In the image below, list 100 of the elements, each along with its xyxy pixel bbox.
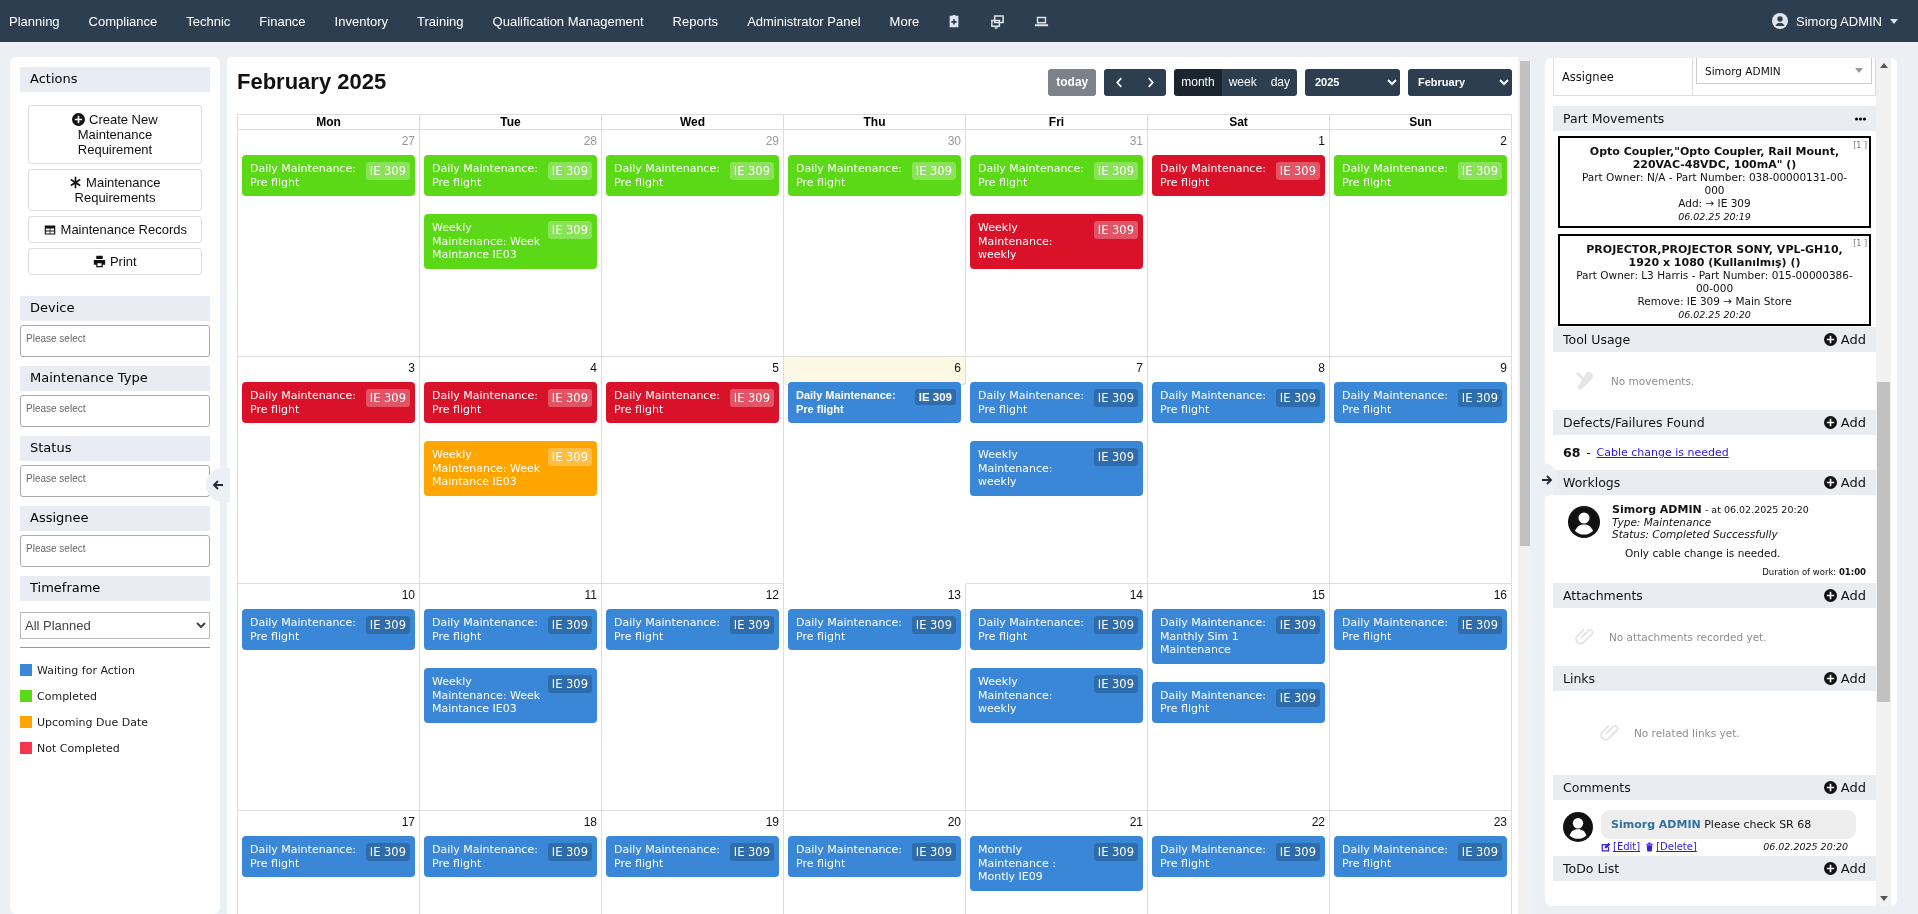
event-card[interactable]: Daily Maintenance: Pre flight IE 309 <box>1334 609 1507 650</box>
nav-menu-item[interactable]: Qualification Management <box>483 13 644 29</box>
device-badge: IE 309 <box>547 221 592 239</box>
scroll-up-icon[interactable] <box>1879 63 1888 68</box>
event-card[interactable]: Daily Maintenance: Pre flight IE 309 <box>1152 681 1325 723</box>
scrollbar[interactable] <box>1518 57 1532 914</box>
more-icon[interactable] <box>1855 116 1866 121</box>
event-card[interactable]: Daily Maintenance: Pre flight IE 309 <box>1152 382 1325 423</box>
duration-value: 01:00 <box>1838 567 1866 577</box>
nav-menu-item[interactable]: Compliance <box>79 13 158 29</box>
calendar-title: February 2025 <box>237 69 387 95</box>
action-button[interactable]: Maintenance Records <box>28 216 202 243</box>
next-button[interactable] <box>1135 68 1167 96</box>
view-tab[interactable]: day <box>1263 68 1297 96</box>
nav-menu-item[interactable]: Reports <box>663 13 719 29</box>
event-title: Daily Maintenance: Pre flight <box>432 843 539 870</box>
quantity-label: [1 ] <box>1853 238 1867 250</box>
day-number: 29 <box>765 134 779 148</box>
select-field[interactable]: Please select <box>20 325 210 357</box>
select-field[interactable]: Please select <box>20 535 210 567</box>
event-title: Daily Maintenance: Pre flight <box>1160 389 1267 416</box>
previous-button[interactable] <box>1104 68 1136 96</box>
day-number: 8 <box>1318 361 1325 375</box>
view-tab[interactable]: month <box>1174 68 1222 96</box>
add-button[interactable]: Add <box>1823 475 1866 490</box>
nav-menu-item[interactable]: Technic <box>177 13 231 29</box>
event-card[interactable]: Monthly Maintenance : Montly IE09 IE 309 <box>970 836 1143 891</box>
event-card[interactable]: Daily Maintenance: Pre flight IE 309 <box>242 382 415 423</box>
edit-link[interactable]: [Edit] <box>1601 841 1641 852</box>
add-button[interactable]: Add <box>1823 671 1866 686</box>
event-card[interactable]: Daily Maintenance: Pre flight IE 309 <box>242 836 415 877</box>
section-header: Maintenance Type <box>20 366 210 391</box>
event-card[interactable]: Daily Maintenance: Pre flight IE 309 <box>606 609 779 650</box>
event-card[interactable]: Daily Maintenance: Pre flight IE 309 <box>1334 836 1507 877</box>
section-title: Links <box>1563 671 1596 686</box>
device-badge: IE 309 <box>547 675 592 693</box>
nav-menu-item[interactable]: More <box>880 13 920 29</box>
add-button[interactable]: Add <box>1823 415 1866 430</box>
event-card[interactable]: Daily Maintenance: Pre flight IE 309 <box>788 382 961 423</box>
event-card[interactable]: Daily Maintenance: Pre flight IE 309 <box>970 382 1143 423</box>
nav-menu-item[interactable]: Inventory <box>325 13 389 29</box>
paperclip-icon <box>1598 722 1620 744</box>
event-title: Daily Maintenance: Pre flight <box>796 616 903 643</box>
event-card[interactable]: Daily Maintenance: Pre flight IE 309 <box>424 382 597 423</box>
event-title: Daily Maintenance: Pre flight <box>432 389 539 416</box>
event-title: Daily Maintenance: Pre flight <box>250 616 357 643</box>
caret-icon[interactable] <box>1890 18 1898 24</box>
event-card[interactable]: Daily Maintenance: Pre flight IE 309 <box>1152 836 1325 877</box>
select-field[interactable]: Please select <box>20 465 210 497</box>
year-select[interactable]: 2025 <box>1305 68 1400 96</box>
action-button[interactable]: Create New Maintenance Requirement <box>28 105 202 164</box>
today-button[interactable]: today <box>1048 68 1097 96</box>
event-card[interactable]: Daily Maintenance: Pre flight IE 309 <box>424 609 597 650</box>
event-card[interactable]: Daily Maintenance: Pre flight IE 309 <box>788 609 961 650</box>
add-button[interactable]: Add <box>1823 780 1866 795</box>
event-title: Daily Maintenance: Pre flight <box>796 389 897 416</box>
nav-menu-item[interactable]: Administrator Panel <box>738 13 861 29</box>
section-header: Actions <box>20 67 210 92</box>
select-field[interactable]: Please select <box>20 395 210 427</box>
scroll-down-icon[interactable] <box>1879 896 1888 901</box>
event-card[interactable]: Weekly Maintenance: weekly IE 309 <box>970 441 1143 496</box>
event-card[interactable]: Weekly Maintenance: weekly IE 309 <box>970 668 1143 723</box>
event-title: Daily Maintenance: Pre flight <box>614 843 721 870</box>
delete-link[interactable]: [Delete] <box>1645 841 1697 852</box>
view-tab[interactable]: week <box>1221 68 1264 96</box>
device-badge: IE 309 <box>547 448 592 466</box>
add-button[interactable]: Add <box>1823 861 1866 876</box>
month-select[interactable]: February <box>1408 68 1512 96</box>
user-avatar-icon[interactable] <box>1772 13 1789 29</box>
trash-icon <box>1645 841 1655 852</box>
user-name[interactable]: Simorg ADMIN <box>1796 13 1882 29</box>
event-card[interactable]: Daily Maintenance: Pre flight IE 309 <box>424 836 597 877</box>
device-badge: IE 309 <box>365 616 410 634</box>
event-card[interactable]: Weekly Maintenance: Week Maintance IE03 IE 309 <box>424 668 597 723</box>
event-card[interactable]: Daily Maintenance: Pre flight IE 309 <box>970 609 1143 650</box>
event-card[interactable]: Daily Maintenance: Pre flight IE 309 <box>606 382 779 423</box>
event-card[interactable]: Daily Maintenance: Pre flight IE 309 <box>606 836 779 877</box>
collapse-button[interactable] <box>206 468 230 502</box>
event-card[interactable]: Weekly Maintenance: weekly IE 309 <box>970 214 1143 269</box>
weekday-header: Sat <box>1148 115 1330 130</box>
assignee-select[interactable]: Simorg ADMIN <box>1696 58 1872 84</box>
event-card[interactable]: Daily Maintenance: Manthly Sim 1 Maintenance IE 309 <box>1152 609 1325 664</box>
action-button[interactable]: Maintenance Requirements <box>28 169 202 211</box>
event-card[interactable]: Daily Maintenance: Pre flight IE 309 <box>242 609 415 650</box>
defect-link[interactable]: Cable change is needed <box>1596 446 1729 459</box>
event-card[interactable]: Daily Maintenance: Pre flight IE 309 <box>788 836 961 877</box>
add-button[interactable]: Add <box>1823 332 1866 347</box>
screens-icon[interactable] <box>990 13 1006 29</box>
event-card[interactable]: Daily Maintenance: Pre flight IE 309 <box>1334 382 1507 423</box>
section-header: Status <box>20 436 210 461</box>
action-button[interactable]: Print <box>28 248 202 275</box>
timeframe-select[interactable]: All Planned <box>20 612 210 639</box>
nav-menu-item[interactable]: Finance <box>250 13 306 29</box>
event-title: Daily Maintenance: Pre flight <box>614 616 721 643</box>
add-button[interactable]: Add <box>1823 588 1866 603</box>
nav-menu-item[interactable]: Planning <box>0 13 60 29</box>
day-number: 15 <box>1311 588 1325 602</box>
day-number: 2 <box>1500 134 1507 148</box>
event-card[interactable]: Daily Maintenance: Pre flight IE 309 <box>1152 155 1325 196</box>
nav-menu-item[interactable]: Training <box>408 13 464 29</box>
